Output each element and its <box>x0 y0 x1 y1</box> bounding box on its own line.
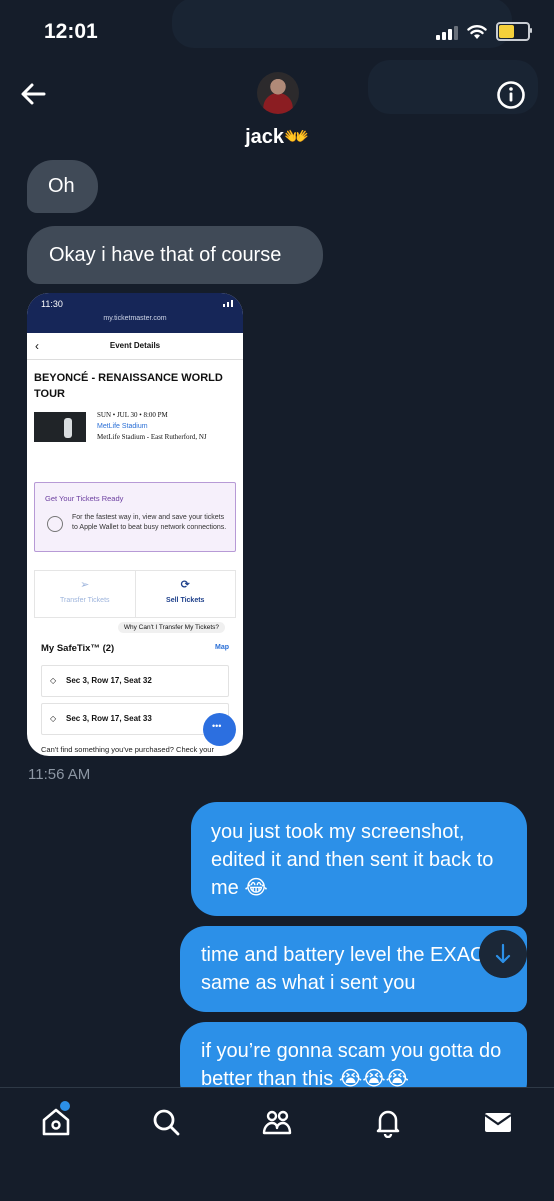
image-nav-title: Event Details <box>109 341 161 350</box>
image-date: SUN • JUL 30 • 8:00 PM <box>97 411 168 419</box>
notifications-icon[interactable] <box>372 1106 404 1138</box>
image-time: 11:30 <box>41 299 63 309</box>
image-status-bar: 11:30 my.ticketmaster.com <box>27 293 243 333</box>
image-footer: Can't find something you've purchased? C… <box>41 745 214 754</box>
message-incoming[interactable]: Oh <box>27 160 98 213</box>
paper-plane-icon: ➢ <box>80 579 90 591</box>
image-chat-button <box>203 713 236 746</box>
status-icons <box>436 22 532 41</box>
communities-icon[interactable] <box>261 1106 293 1138</box>
image-sell-label: Sell Tickets <box>166 597 205 604</box>
back-arrow-icon[interactable] <box>18 78 50 110</box>
messages-icon[interactable] <box>482 1106 514 1138</box>
image-venue-link: MetLife Stadium <box>97 423 148 430</box>
image-event-thumbnail <box>34 412 86 442</box>
image-why-pill: Why Can't I Transfer My Tickets? <box>27 622 243 633</box>
contact-name[interactable]: jack👐 <box>0 124 554 149</box>
image-url: my.ticketmaster.com <box>103 315 167 322</box>
image-transfer-label: Transfer Tickets <box>59 597 110 604</box>
image-safetix-label: My SafeTix™ (2) <box>41 643 115 654</box>
image-venue: MetLife Stadium - East Rutherford, NJ <box>97 433 207 441</box>
image-ready-card: Get Your Tickets Ready For the fastest w… <box>34 482 236 552</box>
avatar[interactable] <box>257 72 299 114</box>
info-icon[interactable] <box>496 80 526 110</box>
message-outgoing[interactable]: you just took my screenshot, edited it a… <box>191 802 527 916</box>
bottom-nav <box>0 1087 554 1201</box>
message-outgoing[interactable]: time and battery level the EXACT same as… <box>180 926 527 1012</box>
battery-icon <box>496 22 532 41</box>
status-time: 12:01 <box>44 20 98 43</box>
image-nav-bar: ‹ Event Details <box>27 333 243 360</box>
image-ready-body: For the fastest way in, view and save yo… <box>72 514 227 531</box>
message-image[interactable]: 11:30 my.ticketmaster.com ‹ Event Detail… <box>27 293 243 756</box>
refresh-icon: ⟳ <box>180 579 190 591</box>
home-icon[interactable] <box>40 1106 72 1138</box>
image-seat: Sec 3, Row 17, Seat 32 <box>41 665 229 697</box>
notification-dot <box>60 1101 70 1111</box>
signal-icon <box>436 24 458 40</box>
phone-icon <box>47 516 63 532</box>
image-safetix-row: My SafeTix™ (2) Map <box>27 637 243 659</box>
image-event-info: SUN • JUL 30 • 8:00 PM MetLife Stadium M… <box>27 410 243 462</box>
image-event-title: BEYONCÉ - RENAISSANCE WORLD TOUR <box>34 372 223 400</box>
message-incoming[interactable]: Okay i have that of course <box>27 226 323 284</box>
image-actions: ➢ Transfer Tickets ⟳ Sell Tickets <box>34 570 236 618</box>
chevron-left-icon: ‹ <box>35 339 39 353</box>
image-status-icons <box>223 300 233 307</box>
search-icon[interactable] <box>150 1106 182 1138</box>
wifi-icon <box>467 24 487 39</box>
image-ready-heading: Get Your Tickets Ready <box>45 494 124 503</box>
image-map-label: Map <box>215 644 229 651</box>
message-timestamp: 11:56 AM <box>28 766 91 783</box>
scroll-down-button[interactable] <box>479 930 527 978</box>
image-seat: Sec 3, Row 17, Seat 33 <box>41 703 229 735</box>
